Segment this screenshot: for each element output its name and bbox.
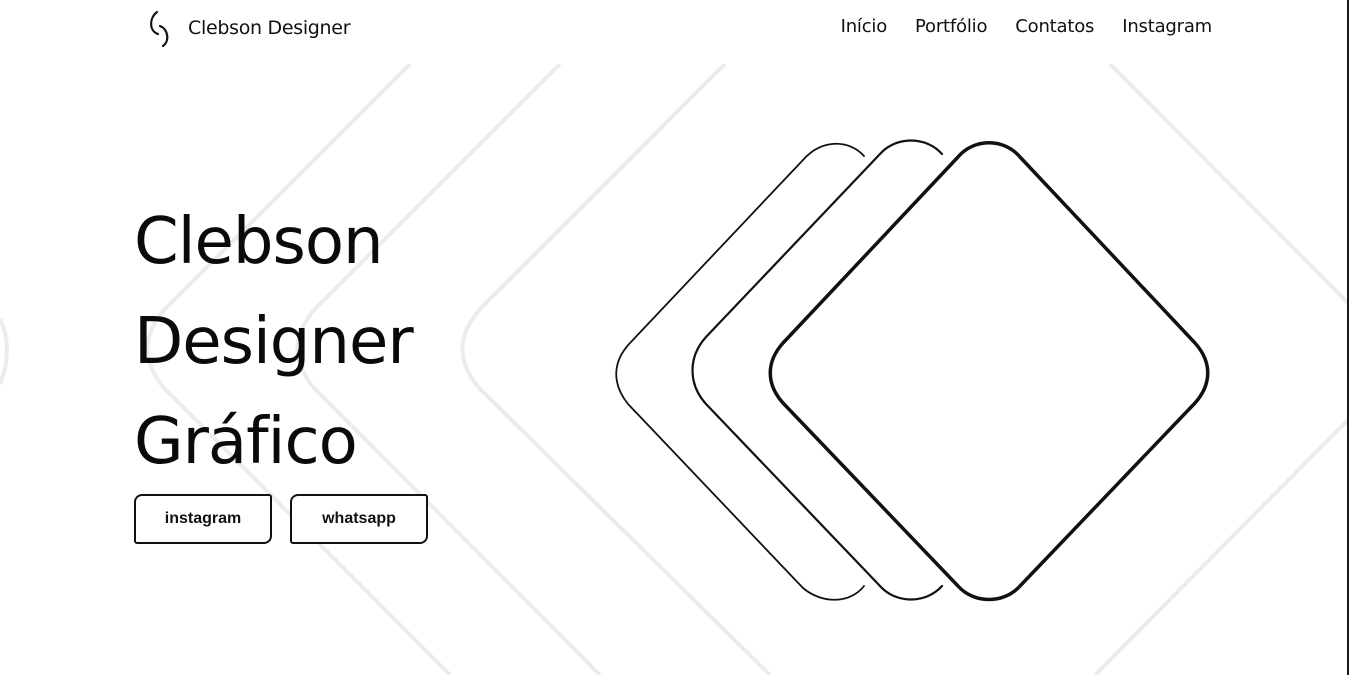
nav-contatos[interactable]: Contatos — [1015, 16, 1094, 37]
hero-title-line-2: Designer — [134, 305, 414, 379]
nav-instagram[interactable]: Instagram — [1122, 16, 1212, 37]
layered-rounded-diamonds-icon — [615, 139, 1210, 602]
instagram-button[interactable]: instagram — [134, 494, 272, 544]
diamond-outline-front — [768, 141, 1210, 602]
page: Clebson Designer Início Portfólio Contat… — [0, 0, 1349, 675]
hero-title-line-3: Gráfico — [134, 405, 358, 479]
nav-portfolio[interactable]: Portfólio — [915, 16, 987, 37]
main-nav: Início Portfólio Contatos Instagram — [841, 16, 1213, 37]
hero-buttons: instagram whatsapp — [134, 494, 428, 544]
crescent-logo-icon — [150, 10, 169, 47]
brand-home-link[interactable]: Clebson Designer — [146, 8, 351, 48]
brand-name: Clebson Designer — [188, 17, 351, 39]
hero-title-line-1: Clebson — [134, 205, 384, 279]
hero-title: Clebson Designer Gráfico — [134, 192, 414, 492]
whatsapp-button[interactable]: whatsapp — [290, 494, 428, 544]
top-navbar: Clebson Designer Início Portfólio Contat… — [0, 0, 1349, 60]
nav-inicio[interactable]: Início — [841, 16, 888, 37]
